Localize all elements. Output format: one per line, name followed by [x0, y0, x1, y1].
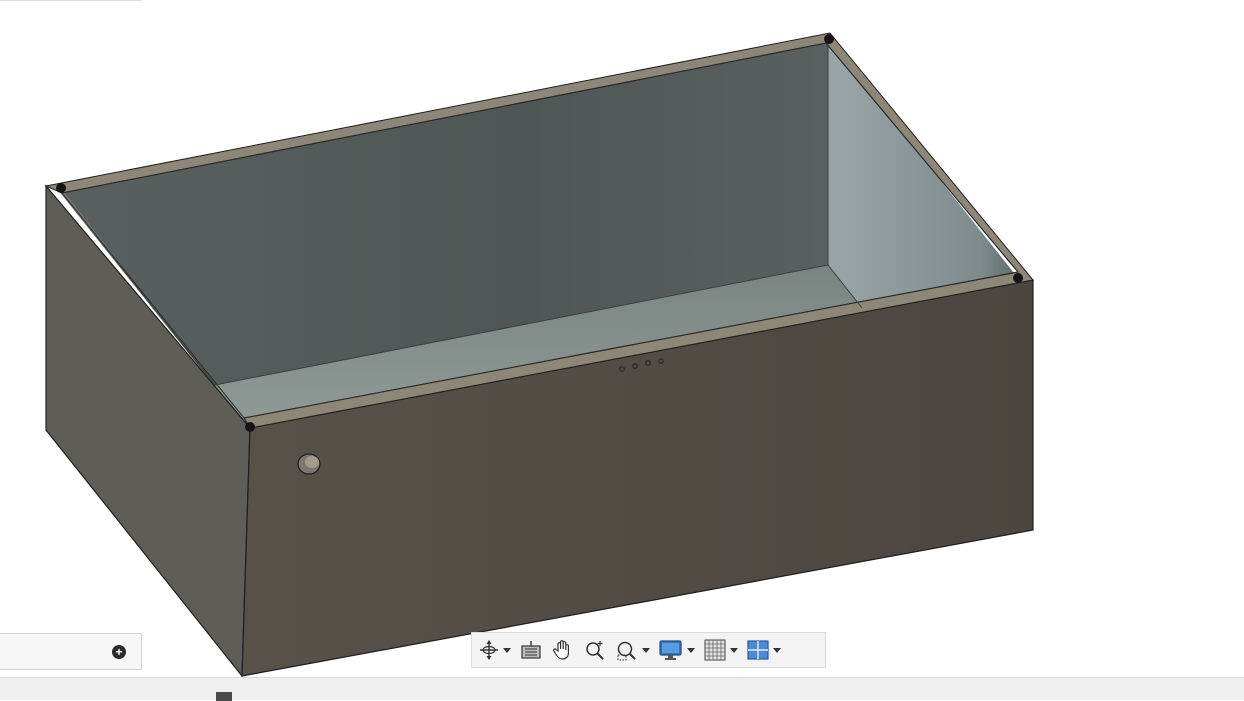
orbit-button[interactable] — [478, 636, 511, 664]
pan-button[interactable] — [551, 636, 575, 664]
corner-hole-icon — [824, 34, 834, 44]
cable-port-inner — [305, 456, 319, 468]
grid-snaps-button[interactable] — [703, 636, 738, 664]
chevron-down-icon — [687, 647, 695, 653]
look-at-button[interactable] — [519, 636, 543, 664]
look-at-icon — [521, 641, 541, 659]
corner-hole-icon — [1013, 273, 1023, 283]
orbit-icon — [480, 640, 498, 660]
chevron-down-icon — [503, 647, 511, 653]
navigation-toolbar — [471, 632, 826, 668]
chevron-down-icon — [773, 647, 781, 653]
comments-panel: + — [0, 633, 142, 670]
viewports-button[interactable] — [746, 636, 781, 664]
display-settings-button[interactable] — [658, 636, 695, 664]
grid-icon — [704, 639, 726, 661]
plus-circle-icon[interactable]: + — [112, 645, 126, 659]
3d-viewport[interactable] — [0, 0, 1244, 700]
timeline-bar — [0, 677, 1244, 701]
corner-hole-icon — [56, 183, 66, 193]
zoom-window-icon — [617, 641, 636, 661]
zoom-icon — [586, 641, 604, 660]
zoom-button[interactable] — [583, 636, 607, 664]
hand-icon — [553, 640, 569, 660]
viewports-icon — [747, 640, 769, 660]
corner-hole-icon — [245, 422, 255, 432]
chevron-down-icon — [730, 647, 738, 653]
chevron-down-icon — [642, 647, 650, 653]
fit-button[interactable] — [615, 636, 650, 664]
monitor-icon — [659, 640, 682, 660]
